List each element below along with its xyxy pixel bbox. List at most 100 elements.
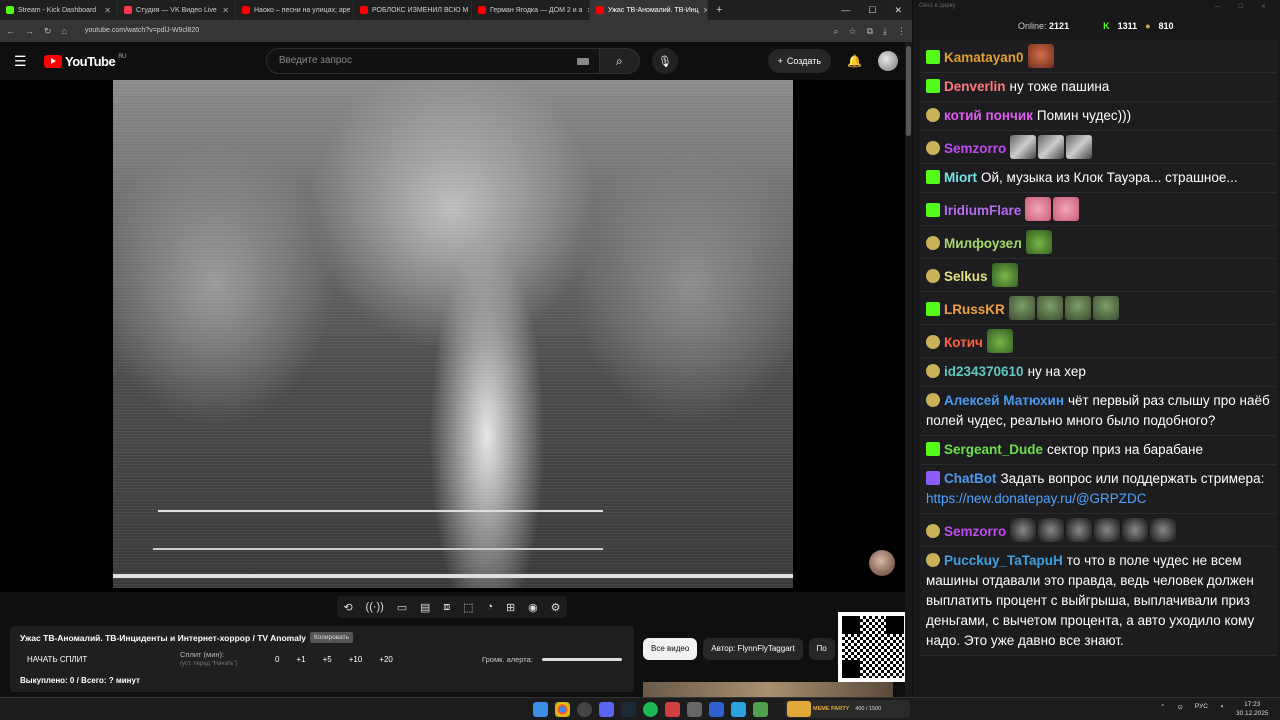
chat-username[interactable]: Semzorro [944,141,1006,156]
clapper-icon[interactable]: ▤ [420,601,430,614]
copy-button[interactable]: Копировать [310,632,353,643]
kick-badge-icon [926,79,940,93]
create-button[interactable]: + Создать [767,49,832,73]
browser-tab[interactable]: РОБЛОКС ИЗМЕНИЛ ВСЮ М✕ [354,0,472,20]
broadcast-icon[interactable]: ((·)) [366,601,384,613]
clock[interactable]: 17:23 30.12.2025 [1236,700,1269,718]
donate-link[interactable]: https://new.donatepay.ru/@GRPZDC [926,491,1147,506]
chat-username[interactable]: Miort [944,170,977,185]
app-icon[interactable] [665,702,680,717]
zoom-icon[interactable]: ⌕ [833,26,838,37]
notifications-icon[interactable]: 🔔 [847,54,862,68]
add-icon[interactable]: ⊞ [506,601,515,614]
browser-tab[interactable]: Герман Ягодка — ДОМ 2 и а✕ [472,0,590,20]
static-line [153,548,603,550]
search-input[interactable]: Введите запрос [265,48,600,74]
chrome-icon[interactable] [555,702,570,717]
download-icon[interactable]: ⤓ [883,26,887,37]
volume-icon[interactable]: ◖ [1220,703,1224,711]
loop-icon[interactable]: ⟲ [343,601,352,614]
network-icon[interactable]: ⊙ [1177,703,1182,711]
frame-icon[interactable]: ⬚ [463,601,473,614]
screen-icon[interactable]: ▭ [397,601,407,614]
chat-username[interactable]: Kamatayan0 [944,50,1024,65]
browser-tab-active[interactable]: Ужас ТВ-Аномалий. ТВ-Инц✕ [590,0,708,20]
close-icon[interactable]: ✕ [104,6,111,15]
chat-username[interactable]: Алексей Матюхин [944,393,1064,408]
minimize-icon[interactable]: — [841,5,850,16]
window-controls[interactable]: — ☐ ✕ [1214,3,1274,11]
video-player[interactable] [0,80,905,592]
chat-username[interactable]: Selkus [944,269,988,284]
chip-more[interactable]: По [808,638,835,660]
browser-tab[interactable]: Студия — VK Видео Live ✕ [118,0,236,20]
camera-icon[interactable]: ◉ [528,601,538,614]
chat-username[interactable]: Pucckuy_TaTapuH [944,553,1063,568]
chip-author[interactable]: Автор: FlynnFlyTaggart [703,638,803,660]
voice-search-button[interactable]: 🎙 [651,48,678,74]
telegram-icon[interactable] [731,702,746,717]
steam-icon[interactable] [621,702,636,717]
browser-tab[interactable]: Наоко – песни на улицах; аре✕ [236,0,354,20]
youtube-logo[interactable]: YouTube RU [44,54,126,69]
app-icon[interactable] [753,702,768,717]
spotify-icon[interactable] [643,702,658,717]
extensions-icon[interactable]: ⧉ [867,26,873,37]
chat-username[interactable]: Sergeant_Dude [944,442,1043,457]
url-field[interactable]: youtube.com/watch?v=pdlJ-W9cl820 [77,23,823,39]
avatar[interactable] [878,51,898,71]
forward-icon[interactable]: → [25,26,34,36]
scrollbar[interactable] [905,42,912,697]
maximize-icon[interactable]: ☐ [868,5,876,16]
split-plus-1-button[interactable]: +1 [296,655,305,664]
home-icon[interactable]: ⌂ [62,26,67,36]
discord-icon[interactable] [599,702,614,717]
search-button[interactable]: ⌕ [599,48,640,74]
start-split-button[interactable]: НАЧАТЬ СПЛИТ [27,655,87,664]
channel-watermark[interactable] [869,550,895,576]
start-icon[interactable] [533,702,548,717]
chat-username[interactable]: Semzorro [944,524,1006,539]
media-icon[interactable] [709,702,724,717]
menu-icon[interactable]: ⋮ [897,26,906,37]
split-plus-5-button[interactable]: +5 [323,655,332,664]
chat-username[interactable]: id234370610 [944,364,1024,379]
pip-icon[interactable]: ⧈ [443,601,450,614]
chip-all-videos[interactable]: Все видео [643,638,698,660]
chevron-up-icon[interactable]: ⌃ [1160,703,1165,711]
close-icon[interactable]: ✕ [222,6,229,15]
microphone-icon: 🎙 [657,55,672,68]
meme-party-icon [787,701,811,717]
speed-icon[interactable]: ◔ [486,601,493,613]
platform-badge-icon [926,524,940,538]
app-icon[interactable] [687,702,702,717]
meme-party-widget[interactable]: MEME PARTY 400 / 1500 [785,700,910,718]
chat-username[interactable]: ChatBot [944,471,997,486]
split-plus-10-button[interactable]: +10 [349,655,363,664]
new-tab-button[interactable]: + [708,4,730,16]
chat-username[interactable]: Котич [944,335,983,350]
bookmark-icon[interactable]: ☆ [849,26,857,37]
back-icon[interactable]: ← [6,26,15,36]
tab-favicon-icon [360,6,368,14]
search-icon: ⌕ [615,53,623,68]
chat-username[interactable]: котий пончик [944,108,1033,123]
obs-icon[interactable] [577,702,592,717]
scrollbar-thumb[interactable] [906,46,911,136]
chat-username[interactable]: Милфоузел [944,236,1022,251]
menu-icon[interactable]: ☰ [14,53,44,70]
reload-icon[interactable]: ↻ [44,26,52,37]
keyboard-icon[interactable] [576,58,589,65]
gear-icon[interactable]: ⚙ [551,601,561,614]
chat-username[interactable]: Denverlin [944,79,1006,94]
chat-username[interactable]: LRussKR [944,302,1005,317]
language-indicator[interactable]: РУС [1195,703,1208,711]
chat-username[interactable]: IridiumFlare [944,203,1021,218]
video-thumbnail[interactable] [643,682,893,697]
static-line [113,574,793,578]
alert-volume-slider[interactable] [542,658,622,661]
emote-icon [1010,518,1037,542]
close-window-icon[interactable]: ✕ [894,5,902,16]
browser-tab[interactable]: Stream - Kick Dashboard ✕ [0,0,118,20]
split-plus-20-button[interactable]: +20 [379,655,393,664]
